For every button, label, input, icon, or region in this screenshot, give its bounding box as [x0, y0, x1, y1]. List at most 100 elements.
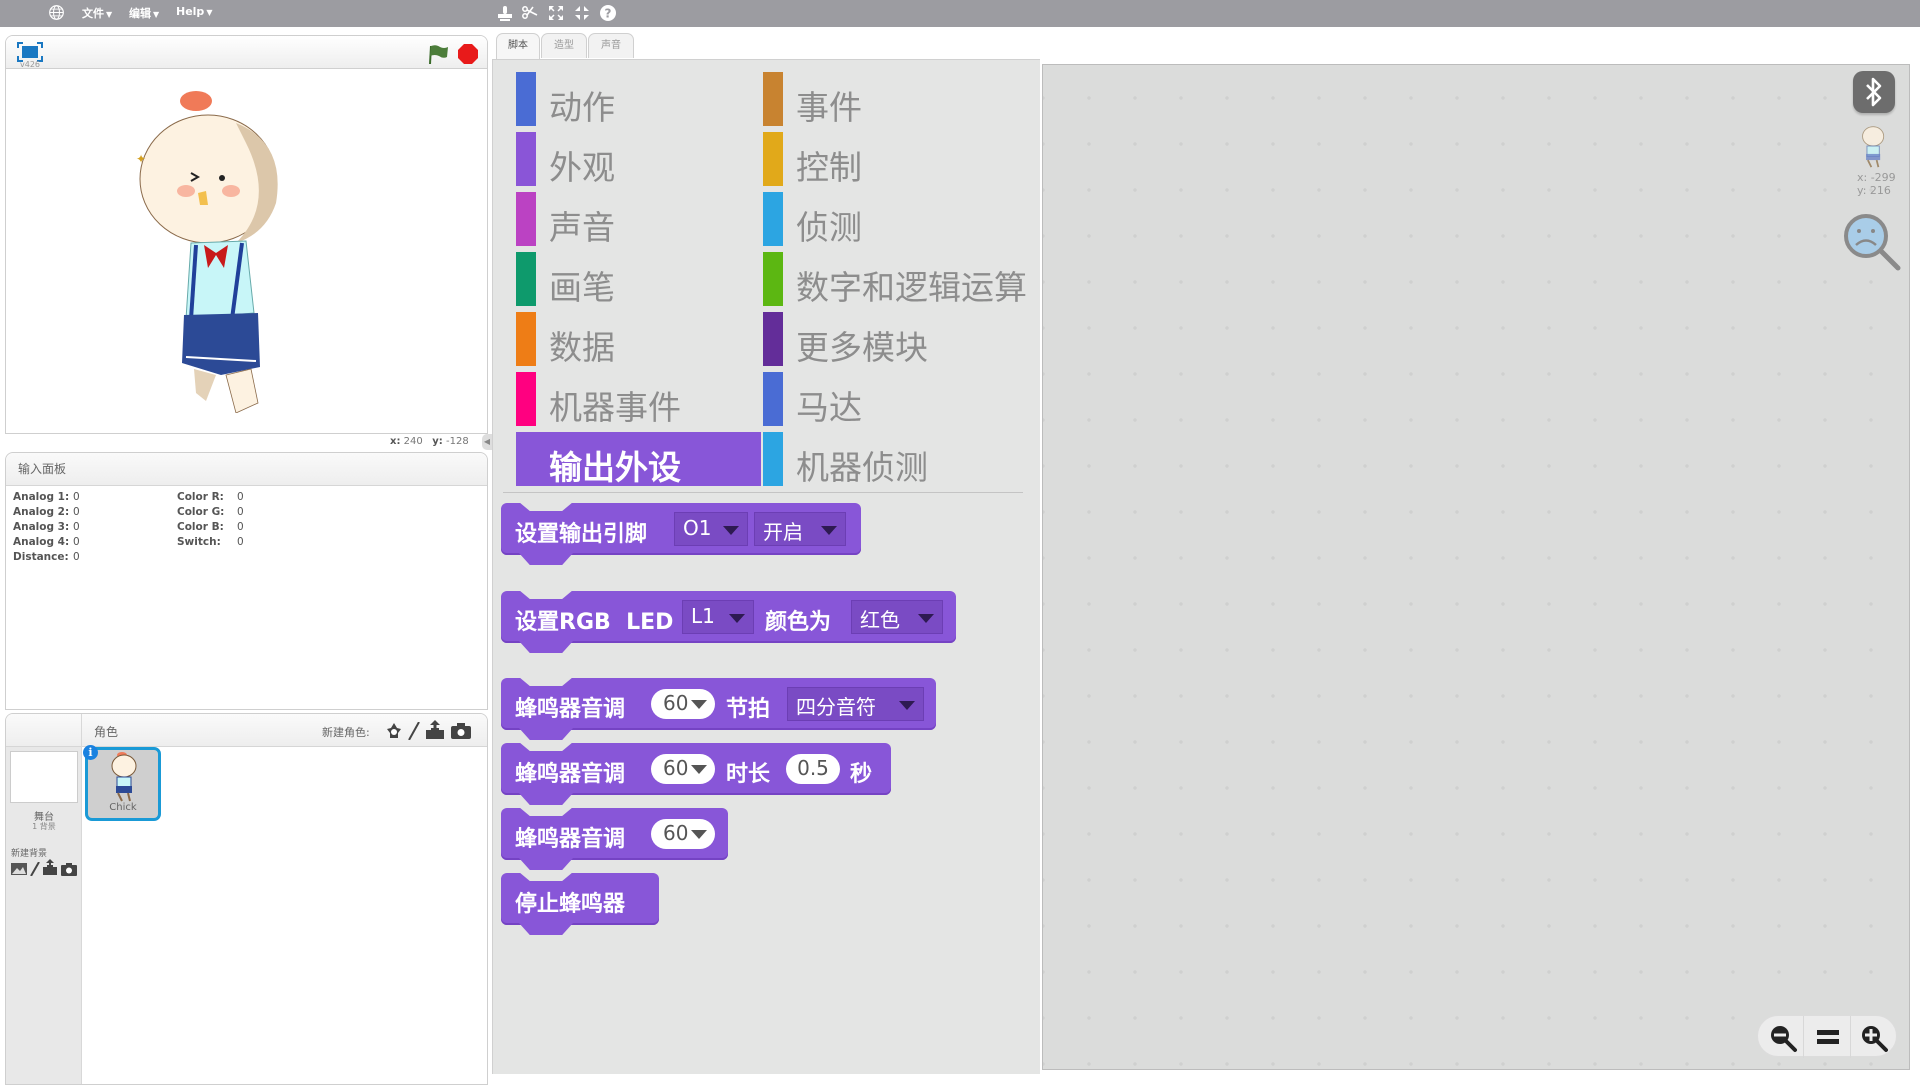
input-value: 0: [237, 536, 244, 548]
menu-edit[interactable]: 编辑 ▼: [129, 5, 159, 21]
block-stop-buzzer[interactable]: 停止蜂鸣器: [501, 872, 659, 935]
state-value: 开启: [763, 520, 803, 544]
scripts-area[interactable]: [1042, 64, 1910, 1070]
coord-x-label: x:: [390, 436, 401, 447]
input-row: Color G: 0: [177, 506, 244, 518]
help-icon[interactable]: ?: [599, 4, 617, 22]
pin-dropdown[interactable]: O1: [674, 512, 748, 546]
menu-file[interactable]: 文件 ▼: [82, 5, 112, 21]
chick-thumbnail-image: [111, 752, 137, 802]
collapse-stage-button[interactable]: ◀: [482, 434, 492, 450]
tab-scripts[interactable]: 脚本: [496, 33, 540, 60]
stamp-icon[interactable]: [496, 4, 514, 22]
tone-dropdown[interactable]: 60: [651, 689, 715, 719]
tone-value: 60: [663, 821, 689, 845]
category-color-swatch: [763, 312, 783, 366]
stop-icon[interactable]: [457, 43, 479, 69]
tone-dropdown[interactable]: 60: [651, 754, 715, 784]
globe-icon[interactable]: [48, 4, 66, 22]
upload-sprite-icon[interactable]: [425, 720, 445, 744]
category-color-swatch: [763, 132, 783, 186]
category-item[interactable]: 数字和逻辑运算: [763, 252, 1027, 307]
zoom-in-icon: [1862, 1026, 1888, 1052]
category-label: 输出外设: [549, 448, 681, 487]
category-item[interactable]: 控制: [763, 132, 1008, 187]
stage-column: 舞台 1 背景 新建背景: [6, 714, 82, 1084]
dropdown-arrow-icon: [821, 526, 837, 535]
category-color-swatch: [516, 132, 536, 186]
bluetooth-button[interactable]: [1853, 71, 1895, 113]
input-value: 0: [73, 521, 80, 533]
cut-icon[interactable]: [521, 4, 539, 22]
block-palette: 动作 外观 声音 画笔 数据 机器事件输出外设 事件 控制 侦测 数字和逻辑运算 更多模块 马达 机器侦…: [492, 59, 1040, 1074]
block-notch: [519, 553, 573, 565]
category-color-swatch: [516, 372, 536, 426]
color-dropdown[interactable]: 红色: [851, 600, 943, 634]
block-set-rgb-led[interactable]: 设置RGB LED L1 颜色为 红色: [501, 590, 956, 653]
tone-value: 60: [663, 691, 689, 715]
block-buzzer-duration[interactable]: 蜂鸣器音调 60 时长 0.5 秒: [501, 742, 891, 805]
block-buzzer-beat[interactable]: 蜂鸣器音调 60 节拍 四分音符: [501, 677, 936, 740]
camera-backdrop-icon[interactable]: [61, 861, 77, 880]
block-set-output-pin[interactable]: 设置输出引脚 O1 开启: [501, 502, 861, 565]
category-item[interactable]: 机器事件: [516, 372, 761, 427]
coord-x-value: 240: [403, 436, 423, 447]
paint-sprite-icon[interactable]: [408, 721, 420, 744]
input-label: Analog 3:: [13, 521, 70, 533]
chevron-down-icon: ▼: [106, 10, 113, 19]
beat-dropdown[interactable]: 四分音符: [787, 687, 924, 721]
sprite-thumbnail-chick[interactable]: Chick: [85, 747, 161, 821]
state-dropdown[interactable]: 开启: [754, 512, 846, 546]
zoom-reset-button[interactable]: [1805, 1016, 1851, 1058]
menu-help[interactable]: Help ▼: [176, 5, 212, 18]
stage-thumbnail[interactable]: [10, 751, 78, 803]
input-label: Color B:: [177, 521, 224, 533]
tone-dropdown[interactable]: 60: [651, 819, 715, 849]
zoom-in-button[interactable]: [1851, 1016, 1897, 1058]
category-item[interactable]: 画笔: [516, 252, 761, 307]
category-color-swatch: [763, 72, 783, 126]
sprite-position: x: -299 y: 216: [1857, 171, 1896, 197]
paint-backdrop-icon[interactable]: [30, 861, 40, 880]
input-label: Color G:: [177, 506, 225, 518]
chick-sprite[interactable]: ✦: [136, 83, 336, 413]
sprite-library-icon[interactable]: [385, 722, 403, 744]
category-selected[interactable]: 输出外设: [516, 432, 761, 487]
zoom-out-button[interactable]: [1758, 1016, 1804, 1058]
category-item[interactable]: 声音: [516, 192, 761, 247]
dropdown-arrow-icon: [729, 614, 745, 623]
backdrop-library-icon[interactable]: [11, 861, 27, 880]
category-item[interactable]: 事件: [763, 72, 1008, 127]
category-item[interactable]: 动作: [516, 72, 761, 127]
upload-backdrop-icon[interactable]: [42, 859, 58, 879]
menu-bar: 文件 ▼ 编辑 ▼ Help ▼ ?: [0, 0, 1920, 27]
category-item[interactable]: 侦测: [763, 192, 1008, 247]
block-buzzer-tone[interactable]: 蜂鸣器音调 60: [501, 807, 728, 870]
category-item[interactable]: 机器侦测: [763, 432, 1008, 487]
category-item[interactable]: 外观: [516, 132, 761, 187]
tab-sounds[interactable]: 声音: [588, 33, 634, 58]
stage-header: v426: [6, 36, 487, 69]
block-label: 停止蜂鸣器: [515, 892, 626, 917]
category-item[interactable]: 马达: [763, 372, 1008, 427]
dropdown-arrow-icon: [691, 765, 707, 774]
grow-icon[interactable]: [547, 4, 565, 22]
block-label: 设置RGB LED: [515, 610, 674, 635]
stage-canvas[interactable]: ✦: [6, 69, 487, 433]
sprite-info-icon[interactable]: i: [83, 745, 98, 760]
dropdown-arrow-icon: [691, 830, 707, 839]
green-flag-icon[interactable]: [428, 43, 450, 69]
category-item[interactable]: 数据: [516, 312, 761, 367]
sprite-panel: 舞台 1 背景 新建背景 角色 新建角色: Chick i: [5, 713, 488, 1085]
shrink-icon[interactable]: [573, 4, 591, 22]
input-row: Switch: 0: [177, 536, 244, 548]
duration-label: 时长: [726, 762, 771, 787]
led-dropdown[interactable]: L1: [682, 600, 754, 634]
category-item[interactable]: 更多模块: [763, 312, 1008, 367]
camera-sprite-icon[interactable]: [451, 722, 471, 743]
coord-y-label: y:: [432, 436, 443, 447]
block-label: 蜂鸣器音调: [515, 827, 626, 852]
tab-costumes[interactable]: 造型: [541, 33, 587, 58]
input-value: 0: [73, 491, 80, 503]
duration-input[interactable]: 0.5: [786, 754, 840, 784]
